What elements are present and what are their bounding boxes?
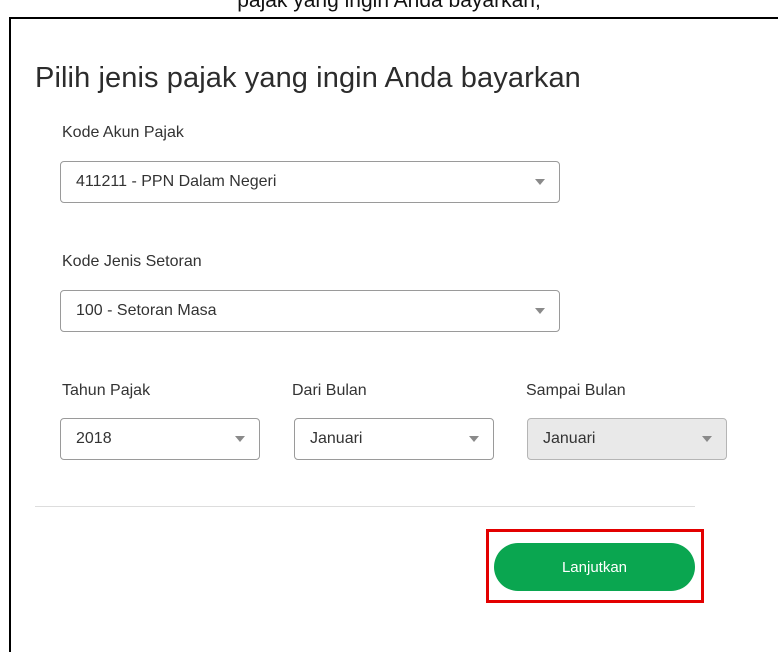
- tahun-pajak-label: Tahun Pajak: [62, 382, 151, 399]
- dari-bulan-label: Dari Bulan: [292, 382, 367, 399]
- caret-down-icon: [702, 436, 712, 442]
- form-divider: [35, 506, 695, 507]
- kode-akun-pajak-value: 411211 - PPN Dalam Negeri: [76, 173, 277, 190]
- dari-bulan-value: Januari: [310, 430, 363, 447]
- kode-akun-pajak-select[interactable]: 411211 - PPN Dalam Negeri: [60, 161, 560, 203]
- kode-jenis-setoran-label: Kode Jenis Setoran: [62, 253, 202, 270]
- sampai-bulan-value: Januari: [543, 430, 596, 447]
- caret-down-icon: [469, 436, 479, 442]
- page: pajak yang ingin Anda bayarkan, Pilih je…: [0, 0, 778, 652]
- tahun-pajak-select[interactable]: 2018: [60, 418, 260, 460]
- caret-down-icon: [235, 436, 245, 442]
- kode-jenis-setoran-select[interactable]: 100 - Setoran Masa: [60, 290, 560, 332]
- caption-fragment: pajak yang ingin Anda bayarkan,: [237, 0, 541, 12]
- kode-akun-pajak-label: Kode Akun Pajak: [62, 124, 184, 141]
- lanjutkan-button[interactable]: Lanjutkan: [494, 543, 695, 591]
- kode-jenis-setoran-value: 100 - Setoran Masa: [76, 302, 217, 319]
- caret-down-icon: [535, 308, 545, 314]
- tahun-pajak-value: 2018: [76, 430, 112, 447]
- sampai-bulan-select: Januari: [527, 418, 727, 460]
- form-title: Pilih jenis pajak yang ingin Anda bayark…: [35, 62, 581, 94]
- sampai-bulan-label: Sampai Bulan: [526, 382, 626, 399]
- dari-bulan-select[interactable]: Januari: [294, 418, 494, 460]
- caret-down-icon: [535, 179, 545, 185]
